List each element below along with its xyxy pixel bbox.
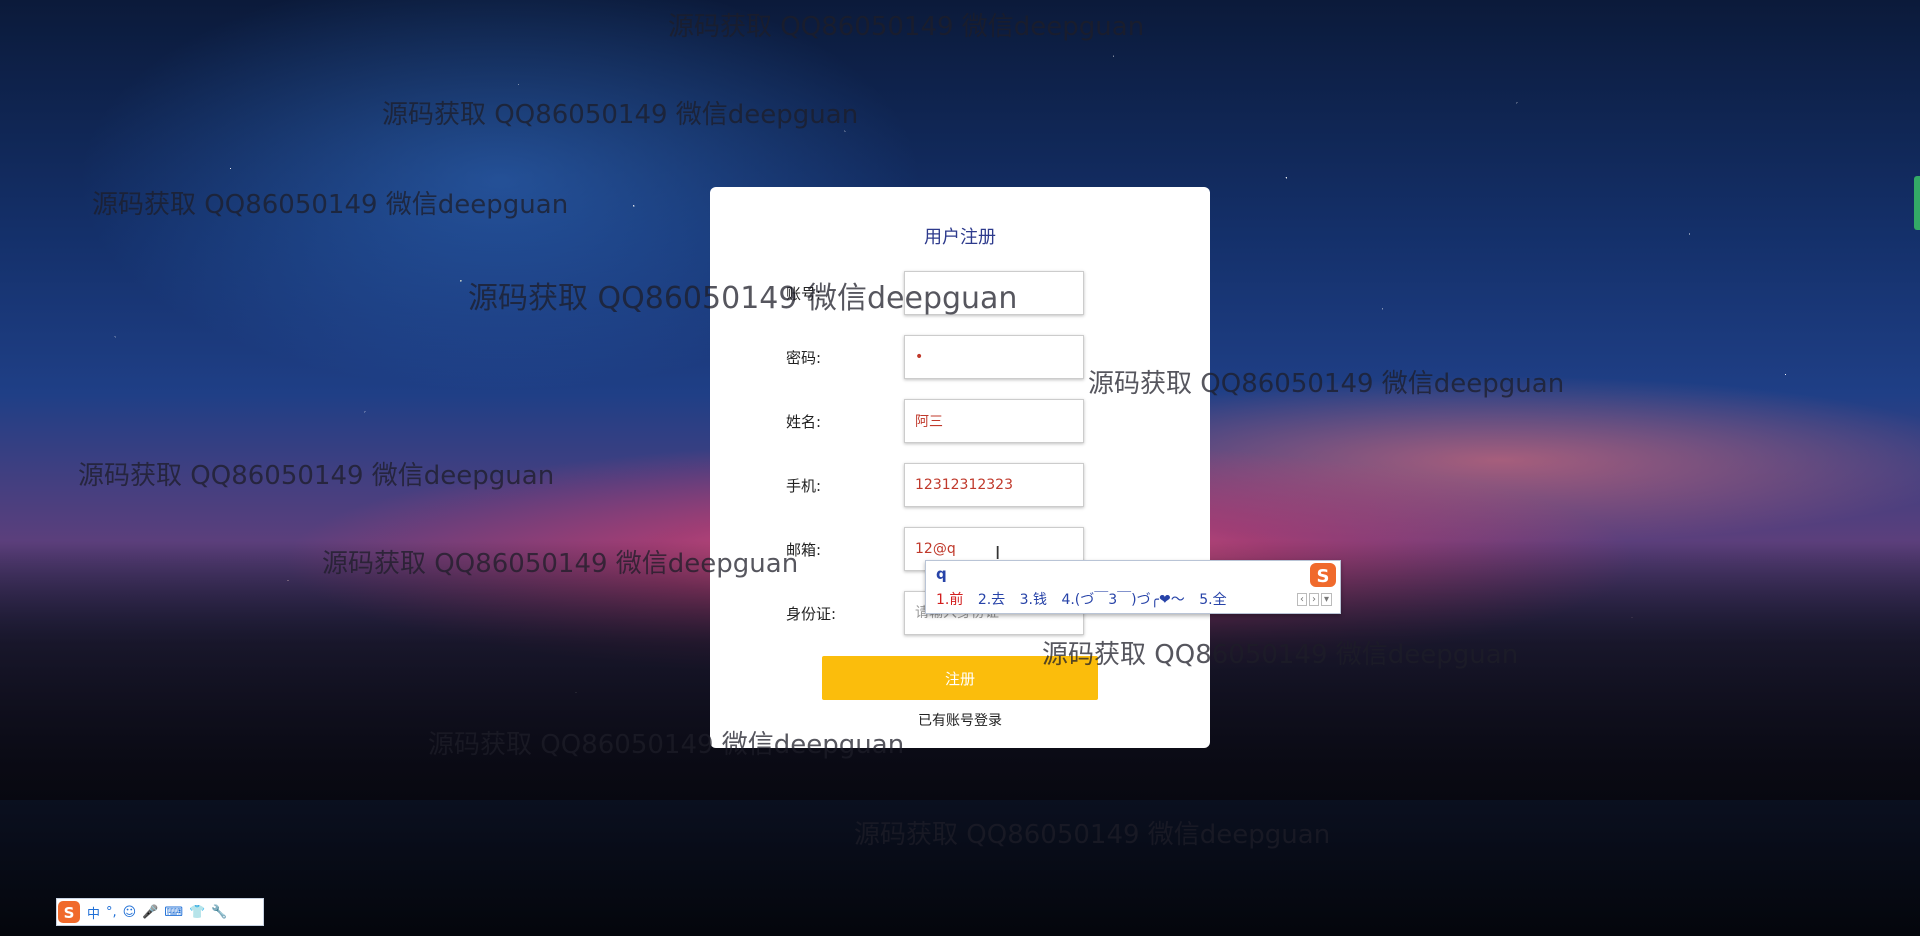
watermark: 源码获取 QQ86050149 微信deepguan bbox=[668, 12, 1145, 42]
phone-row: 手机: bbox=[786, 463, 1146, 509]
watermark: 源码获取 QQ86050149 微信deepguan bbox=[854, 820, 1331, 850]
password-label: 密码: bbox=[786, 349, 822, 367]
punctuation-icon[interactable]: °, bbox=[106, 905, 117, 920]
svg-text:S: S bbox=[1317, 566, 1330, 587]
sogou-logo-icon[interactable]: S bbox=[57, 900, 81, 924]
phone-input[interactable] bbox=[904, 463, 1084, 507]
register-card: 用户注册 账号: 密码: 姓名: 手机: 邮箱: 身份证: 注册 已有账号登录 bbox=[710, 187, 1210, 748]
side-widget-tab[interactable] bbox=[1914, 176, 1920, 230]
dropdown-icon[interactable]: ▾ bbox=[1320, 593, 1332, 606]
keyboard-icon[interactable]: ⌨ bbox=[164, 905, 183, 920]
settings-icon[interactable]: 🔧 bbox=[211, 905, 227, 920]
account-label: 账号: bbox=[786, 285, 822, 303]
phone-label: 手机: bbox=[786, 477, 822, 495]
ime-toolbar: S 中 °, ☺ 🎤 ⌨ 👕 🔧 bbox=[56, 898, 264, 926]
login-link[interactable]: 已有账号登录 bbox=[710, 710, 1210, 730]
sogou-logo-icon: S bbox=[1310, 563, 1336, 587]
email-label: 邮箱: bbox=[786, 541, 822, 559]
ime-composition: q bbox=[936, 565, 947, 583]
id-card-label: 身份证: bbox=[786, 605, 837, 623]
ime-page-nav: ‹ › ▾ bbox=[1295, 593, 1332, 606]
microphone-icon[interactable]: 🎤 bbox=[142, 905, 158, 920]
chinese-mode-icon[interactable]: 中 bbox=[87, 903, 100, 922]
ime-candidate[interactable]: 4.(づ￣3￣)づ╭❤～ bbox=[1061, 592, 1184, 608]
password-row: 密码: bbox=[786, 335, 1146, 381]
ime-candidate[interactable]: 2.去 bbox=[978, 592, 1005, 608]
name-input[interactable] bbox=[904, 399, 1084, 443]
ime-candidate-popup: q S 1.前 2.去 3.钱 4.(づ￣3￣)づ╭❤～ 5.全 ‹ › ▾ bbox=[925, 560, 1341, 614]
register-button[interactable]: 注册 bbox=[822, 656, 1098, 700]
ime-candidate[interactable]: 3.钱 bbox=[1020, 592, 1047, 608]
account-row: 账号: bbox=[786, 271, 1146, 317]
ime-candidates: 1.前 2.去 3.钱 4.(づ￣3￣)づ╭❤～ 5.全 bbox=[936, 589, 1237, 609]
account-input[interactable] bbox=[904, 271, 1084, 315]
ime-candidate[interactable]: 1.前 bbox=[936, 592, 963, 608]
password-input[interactable] bbox=[904, 335, 1084, 379]
watermark: 源码获取 QQ86050149 微信deepguan bbox=[78, 461, 555, 491]
page-title: 用户注册 bbox=[924, 227, 996, 248]
name-row: 姓名: bbox=[786, 399, 1146, 445]
svg-text:S: S bbox=[64, 904, 75, 922]
next-page-icon[interactable]: › bbox=[1308, 593, 1319, 606]
skin-icon[interactable]: 👕 bbox=[189, 905, 205, 920]
watermark: 源码获取 QQ86050149 微信deepguan bbox=[92, 190, 569, 220]
emoji-icon[interactable]: ☺ bbox=[123, 905, 137, 920]
name-label: 姓名: bbox=[786, 413, 822, 431]
watermark: 源码获取 QQ86050149 微信deepguan bbox=[382, 100, 859, 130]
prev-page-icon[interactable]: ‹ bbox=[1296, 593, 1307, 606]
ime-candidate[interactable]: 5.全 bbox=[1199, 592, 1226, 608]
